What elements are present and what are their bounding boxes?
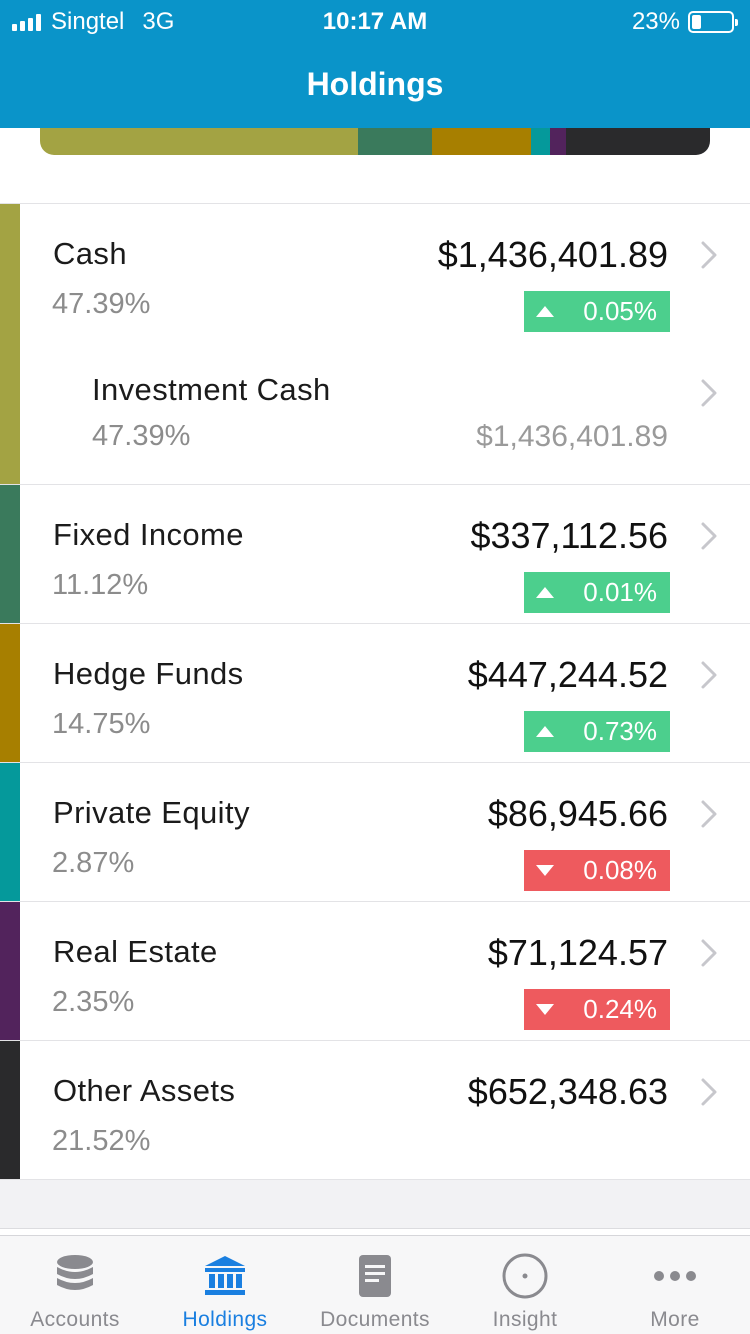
allocation-segment	[357, 128, 432, 155]
change-badge: 0.01%	[524, 572, 670, 613]
holding-value: $71,124.57	[487, 932, 668, 973]
tab-documents[interactable]: Documents	[300, 1236, 450, 1334]
category-color-strip	[0, 763, 20, 901]
change-badge: 0.05%	[524, 291, 670, 332]
holding-subrow[interactable]: Investment Cash 47.39% $1,436,401.89	[0, 342, 750, 485]
allocation-bar	[40, 128, 710, 155]
document-icon	[349, 1250, 401, 1302]
category-color-strip	[0, 624, 20, 762]
change-badge: 0.08%	[524, 850, 670, 891]
allocation-segment	[565, 128, 710, 155]
tab-label: Insight	[492, 1308, 558, 1331]
battery-tip	[735, 19, 738, 26]
compass-icon	[499, 1250, 551, 1302]
holding-name: Hedge Funds	[53, 656, 244, 691]
tab-more[interactable]: More	[600, 1236, 750, 1334]
tab-label: Accounts	[30, 1308, 120, 1331]
holding-name: Cash	[53, 236, 127, 271]
triangle-down-icon	[536, 865, 554, 876]
allocation-segment	[550, 128, 566, 155]
more-dots-icon	[649, 1250, 701, 1302]
allocation-segment	[432, 128, 531, 155]
category-color-strip	[0, 1041, 20, 1179]
holding-row[interactable]: Hedge Funds 14.75% $447,244.52 0.73%	[0, 624, 750, 763]
holding-name: Fixed Income	[53, 517, 244, 552]
tab-label: Holdings	[182, 1308, 268, 1331]
holding-value: $447,244.52	[467, 654, 668, 695]
holding-name: Private Equity	[53, 795, 250, 830]
holding-percent: 47.39%	[92, 420, 191, 452]
holding-percent: 2.35%	[52, 986, 135, 1018]
triangle-up-icon	[536, 726, 554, 737]
triangle-up-icon	[536, 587, 554, 598]
holding-name: Real Estate	[53, 934, 218, 969]
allocation-section	[0, 128, 750, 204]
holdings-list: Cash 47.39% $1,436,401.89 0.05% Investment C…	[0, 204, 750, 1180]
holding-value: $86,945.66	[487, 793, 668, 834]
holding-row[interactable]: Private Equity 2.87% $86,945.66 0.08%	[0, 763, 750, 902]
holding-row[interactable]: Fixed Income 11.12% $337,112.56 0.01%	[0, 485, 750, 624]
chevron-right-icon	[700, 660, 718, 690]
change-value: 0.73%	[583, 716, 657, 746]
holding-percent: 11.12%	[52, 569, 149, 601]
battery-percent: 23%	[631, 8, 680, 35]
change-value: 0.05%	[583, 296, 657, 326]
allocation-segment	[40, 128, 358, 155]
holding-value: $652,348.63	[467, 1071, 668, 1112]
change-value: 0.08%	[583, 855, 657, 885]
allocation-segment	[530, 128, 551, 155]
triangle-down-icon	[536, 1004, 554, 1015]
category-color-strip	[0, 342, 20, 484]
battery-icon	[688, 11, 738, 33]
chevron-right-icon	[700, 938, 718, 968]
holding-percent: 21.52%	[52, 1125, 151, 1157]
change-badge: 0.73%	[524, 711, 670, 752]
holding-value: $337,112.56	[470, 515, 668, 556]
holding-percent: 47.39%	[52, 288, 151, 320]
holding-row[interactable]: Other Assets 21.52% $652,348.63	[0, 1041, 750, 1180]
app-root: Singtel 3G 10:17 AM 23% Holdings Cash 47.…	[0, 0, 750, 1334]
change-badge: 0.24%	[524, 989, 670, 1030]
page-title: Holdings	[306, 66, 444, 102]
chevron-right-icon	[700, 799, 718, 829]
chevron-right-icon	[700, 1077, 718, 1107]
tab-holdings[interactable]: Holdings	[150, 1236, 300, 1334]
database-icon	[49, 1250, 101, 1302]
holding-percent: 2.87%	[52, 847, 135, 879]
category-color-strip	[0, 902, 20, 1040]
holding-name: Other Assets	[53, 1073, 236, 1108]
triangle-up-icon	[536, 306, 554, 317]
tab-label: Documents	[320, 1308, 430, 1331]
holding-name: Investment Cash	[92, 372, 331, 407]
tab-label: More	[650, 1308, 700, 1331]
holding-percent: 14.75%	[52, 708, 151, 740]
chevron-right-icon	[700, 240, 718, 270]
header: Singtel 3G 10:17 AM 23% Holdings	[0, 0, 750, 128]
holding-row[interactable]: Real Estate 2.35% $71,124.57 0.24%	[0, 902, 750, 1041]
list-footer-spacer	[0, 1181, 750, 1229]
tab-insight[interactable]: Insight	[450, 1236, 600, 1334]
bank-icon	[199, 1250, 251, 1302]
tab-bar: Accounts Holdings Documents Insight More	[0, 1235, 750, 1334]
holding-row[interactable]: Cash 47.39% $1,436,401.89 0.05%	[0, 204, 750, 342]
chevron-right-icon	[700, 521, 718, 551]
change-value: 0.01%	[583, 577, 657, 607]
status-right: 23%	[631, 8, 738, 36]
status-bar: Singtel 3G 10:17 AM 23%	[0, 0, 750, 40]
holding-value: $1,436,401.89	[476, 420, 668, 453]
change-value: 0.24%	[583, 994, 657, 1024]
holding-value: $1,436,401.89	[437, 234, 668, 275]
battery-level	[692, 15, 701, 29]
chevron-right-icon	[700, 378, 718, 408]
category-color-strip	[0, 485, 20, 623]
tab-accounts[interactable]: Accounts	[0, 1236, 150, 1334]
category-color-strip	[0, 204, 20, 342]
